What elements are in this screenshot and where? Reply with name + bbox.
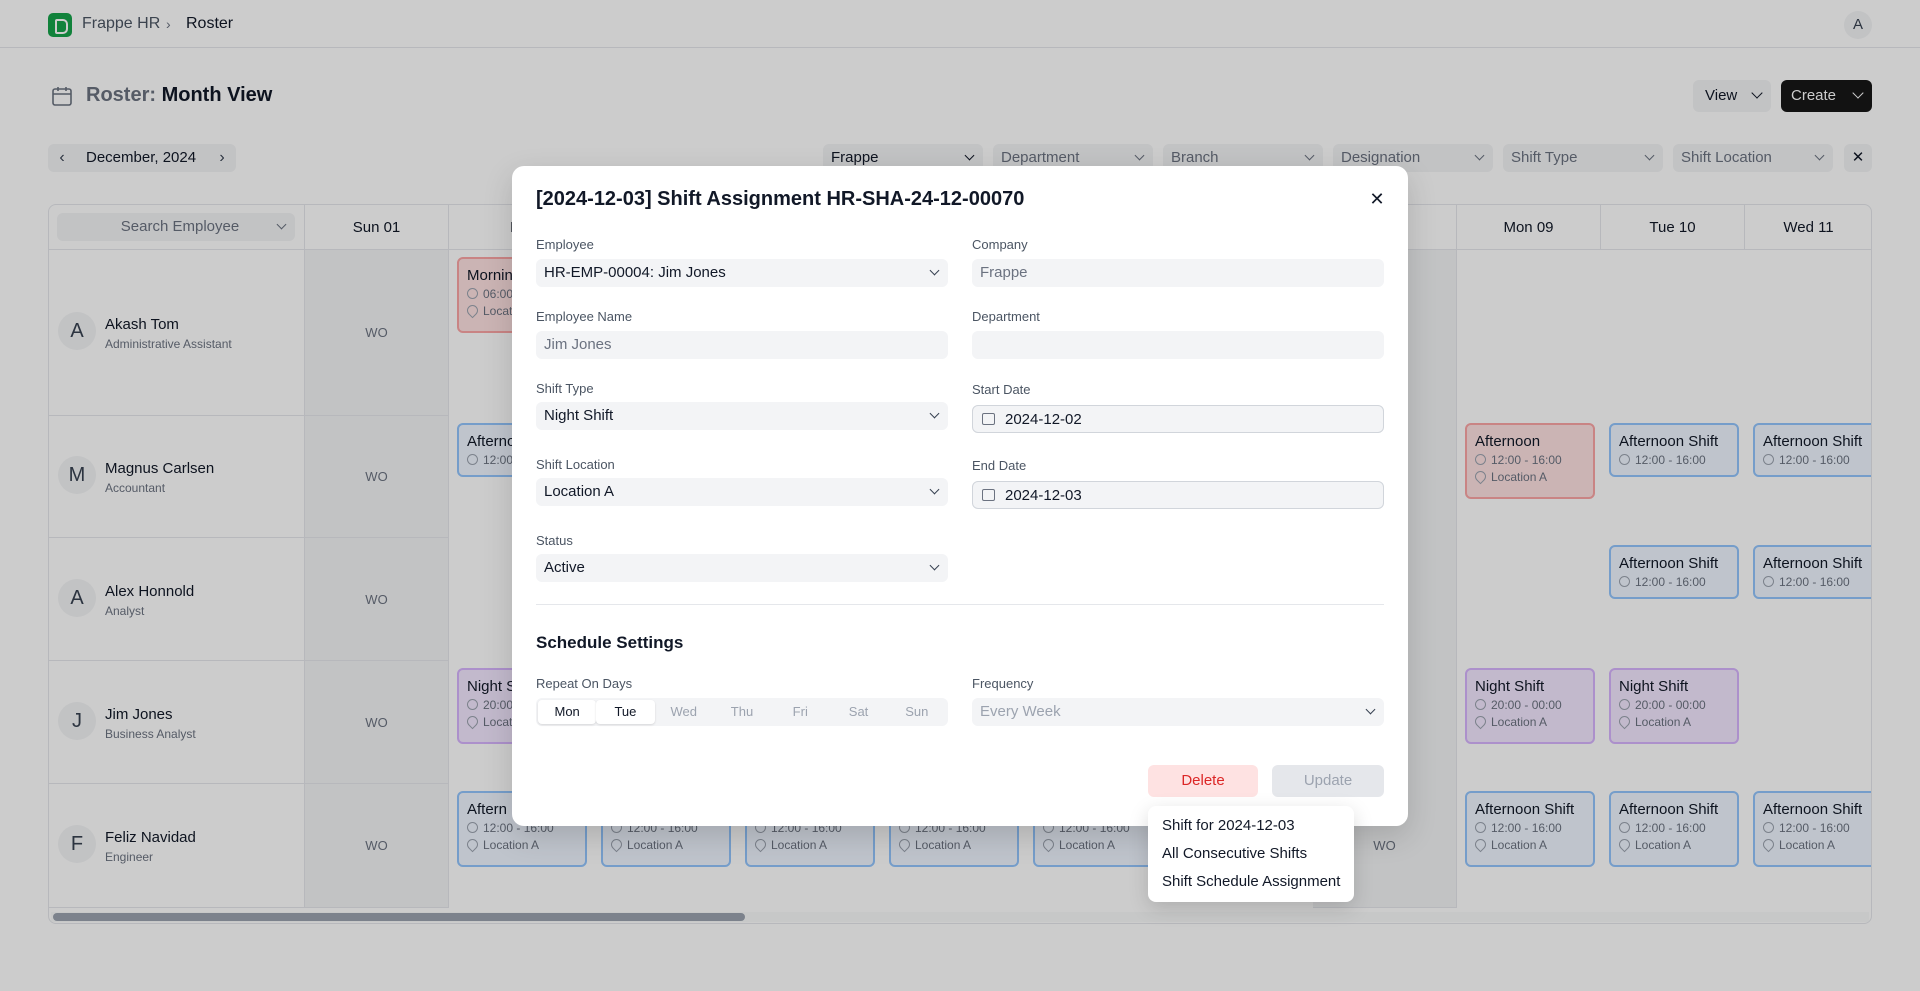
department-field xyxy=(972,331,1384,359)
status-select[interactable]: Active xyxy=(536,554,948,582)
chevron-down-icon xyxy=(1365,704,1376,715)
schedule-settings-heading: Schedule Settings xyxy=(536,633,684,652)
shift-location-select-value: Location A xyxy=(544,483,615,500)
dialog-divider xyxy=(536,604,1384,605)
delete-options-menu: Shift for 2024-12-03 All Consecutive Shi… xyxy=(1148,806,1354,902)
shift-type-select-value: Night Shift xyxy=(544,407,614,424)
delete-button[interactable]: Delete xyxy=(1148,765,1258,797)
shift-type-label: Shift Type xyxy=(536,381,594,396)
company-label: Company xyxy=(972,237,1028,252)
chevron-down-icon xyxy=(929,484,940,495)
status-label: Status xyxy=(536,533,573,548)
department-label: Department xyxy=(972,309,1040,324)
update-button[interactable]: Update xyxy=(1272,765,1384,797)
chevron-down-icon xyxy=(929,560,940,571)
employee-select-value: HR-EMP-00004: Jim Jones xyxy=(544,264,726,281)
day-toggle-thu[interactable]: Thu xyxy=(713,700,771,724)
chevron-down-icon xyxy=(929,265,940,276)
repeat-on-days-label: Repeat On Days xyxy=(536,676,633,691)
frequency-label: Frequency xyxy=(972,676,1034,691)
shift-type-select[interactable]: Night Shift xyxy=(536,402,948,430)
day-toggle-wed[interactable]: Wed xyxy=(655,700,713,724)
status-select-value: Active xyxy=(544,559,585,576)
company-field: Frappe xyxy=(972,259,1384,287)
frequency-select-value: Every Week xyxy=(980,703,1061,720)
dialog-title: [2024-12-03] Shift Assignment HR-SHA-24-… xyxy=(536,188,1025,210)
repeat-on-days-toggle: Mon Tue Wed Thu Fri Sat Sun xyxy=(536,698,948,726)
day-toggle-fri[interactable]: Fri xyxy=(771,700,829,724)
day-toggle-tue[interactable]: Tue xyxy=(596,700,655,724)
end-date-label: End Date xyxy=(972,458,1027,473)
delete-shift-for-date-option[interactable]: Shift for 2024-12-03 xyxy=(1148,812,1354,840)
start-date-value: 2024-12-02 xyxy=(1005,411,1082,428)
day-toggle-mon[interactable]: Mon xyxy=(538,700,597,724)
close-icon[interactable]: ✕ xyxy=(1364,186,1390,212)
delete-consecutive-shifts-option[interactable]: All Consecutive Shifts xyxy=(1148,840,1354,868)
employee-name-label: Employee Name xyxy=(536,309,633,324)
calendar-icon xyxy=(982,413,995,425)
employee-name-field: Jim Jones xyxy=(536,331,948,359)
end-date-input[interactable]: 2024-12-03 xyxy=(972,481,1384,509)
day-toggle-sat[interactable]: Sat xyxy=(829,700,887,724)
frequency-select[interactable]: Every Week xyxy=(972,698,1384,726)
delete-schedule-assignment-option[interactable]: Shift Schedule Assignment xyxy=(1148,868,1354,896)
end-date-value: 2024-12-03 xyxy=(1005,487,1082,504)
day-toggle-sun[interactable]: Sun xyxy=(888,700,946,724)
start-date-label: Start Date xyxy=(972,382,1031,397)
calendar-icon xyxy=(982,489,995,501)
employee-select[interactable]: HR-EMP-00004: Jim Jones xyxy=(536,259,948,287)
chevron-down-icon xyxy=(929,408,940,419)
shift-location-label: Shift Location xyxy=(536,457,615,472)
shift-location-select[interactable]: Location A xyxy=(536,478,948,506)
shift-assignment-dialog: [2024-12-03] Shift Assignment HR-SHA-24-… xyxy=(512,166,1408,826)
start-date-input[interactable]: 2024-12-02 xyxy=(972,405,1384,433)
employee-label: Employee xyxy=(536,237,594,252)
